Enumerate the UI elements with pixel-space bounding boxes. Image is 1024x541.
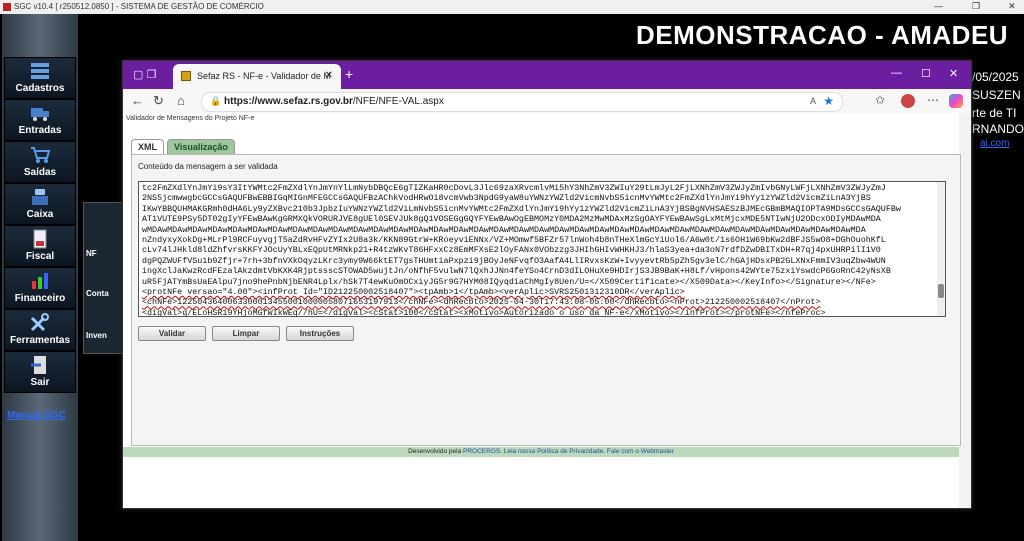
xml-line: uR5FjATYmBsUaEAlpu7jno9hePnbNjbENR4Lplx/… — [142, 276, 876, 287]
submenu-item-label: Inven — [86, 331, 107, 340]
sidebar-item-ferramentas[interactable]: Ferramentas — [4, 309, 76, 351]
validation-panel: Conteúdo da mensagem a ser validada tc2F… — [131, 154, 961, 446]
submenu-item-nf[interactable]: NF — [86, 249, 126, 258]
submenu-item-inven[interactable]: Inven — [86, 331, 126, 340]
submenu-item-label: NF — [86, 249, 97, 258]
page-content: Validador de Mensagens do Projeto NF-e X… — [123, 113, 971, 508]
info-name: RNANDO — [972, 122, 1024, 136]
xml-line: tc2FmZXdlYnJmYi9sY3ItYWMtc2FmZXdlYnJmYnY… — [142, 183, 886, 193]
refresh-icon[interactable]: ↻ — [153, 93, 164, 109]
privacy-link[interactable]: Leia nossa Política de Privacidade — [504, 448, 603, 455]
minimize-icon[interactable]: — — [934, 1, 943, 11]
sidebar: Cadastros Entradas Saídas Caixa Fiscal F… — [2, 14, 78, 541]
exit-icon — [31, 356, 46, 374]
back-icon[interactable]: ← — [131, 93, 144, 108]
sidebar-item-cadastros[interactable]: Cadastros — [4, 57, 76, 99]
sidebar-item-label: Entradas — [18, 125, 62, 136]
footer-prefix: Desenvolvido pela — [408, 448, 462, 455]
copilot-icon[interactable] — [949, 94, 963, 108]
cadastros-icon — [31, 63, 49, 79]
sidebar-item-label: Fiscal — [25, 251, 55, 262]
fiscal-submenu: NF Conta Inven — [83, 202, 127, 354]
more-options-icon[interactable]: ⋯ — [927, 93, 939, 107]
browser-tab-strip: ▢ ❐ Sefaz RS - NF-e - Validador de M ✕ +… — [123, 61, 971, 89]
info-date: /05/2025 — [972, 70, 1019, 84]
sidebar-item-saidas[interactable]: Saídas — [4, 141, 76, 183]
submenu-item-label: Conta — [86, 289, 109, 298]
submenu-item-conta[interactable]: Conta — [86, 289, 126, 298]
sidebar-item-fiscal[interactable]: Fiscal — [4, 225, 76, 267]
sidebar-item-label: Cadastros — [15, 83, 65, 94]
tab-xml[interactable]: XML — [131, 139, 164, 154]
tools-icon — [30, 313, 49, 332]
address-bar[interactable]: 🔒 https://www.sefaz.rs.gov.br/NFE/NFE-VA… — [201, 92, 843, 112]
validar-button[interactable]: Validar — [138, 326, 206, 341]
app-window-title: SGC v10.4 [ r250512.0850 ] - SISTEMA DE … — [14, 2, 264, 11]
sidebar-item-label: Financeiro — [14, 293, 66, 304]
company-banner: DEMONSTRACAO - AMADEU — [636, 20, 1009, 50]
chart-icon — [32, 273, 48, 289]
maximize-icon[interactable]: ❐ — [972, 1, 980, 12]
xml-message-textarea[interactable]: tc2FmZXdlYnJmYi9sY3ItYWMtc2FmZXdlYnJmYnY… — [138, 181, 946, 317]
read-aloud-icon[interactable]: A — [810, 96, 816, 106]
cart-icon — [31, 147, 51, 163]
xml-line: ingXclJaKwzRcdFEzalAkzdmtVbKXK4RjptssscS… — [142, 266, 891, 277]
content-label: Conteúdo da mensagem a ser validada — [138, 162, 278, 171]
app-icon — [3, 3, 11, 11]
sidebar-item-label: Ferramentas — [9, 335, 71, 346]
sidebar-item-label: Saídas — [23, 167, 57, 178]
xml-line: AT1VUTE9PSy5DT02gIyYFEwBAwKgGRMXQkVORURJ… — [142, 214, 881, 225]
lock-icon[interactable]: 🔒 — [210, 96, 221, 107]
sefaz-favicon-icon — [181, 71, 191, 81]
tab-visualizacao[interactable]: Visualização — [167, 139, 235, 154]
browser-maximize-icon[interactable]: ☐ — [921, 67, 931, 80]
profile-avatar[interactable] — [901, 94, 915, 108]
browser-tab-title: Sefaz RS - NF-e - Validador de M — [197, 71, 331, 81]
xml-line: <digVal>q/ELoHSR19YHjoMGfWIkWEq//hU=</di… — [142, 307, 826, 317]
info-support: rte de TI — [972, 106, 1017, 120]
info-link[interactable]: ai.com — [980, 138, 1009, 149]
info-user: SUSZEN — [972, 88, 1021, 102]
collections-icon[interactable]: ✩ — [875, 93, 885, 107]
browser-close-icon[interactable]: ✕ — [949, 67, 958, 80]
truck-icon — [31, 108, 49, 121]
browser-window: ▢ ❐ Sefaz RS - NF-e - Validador de M ✕ +… — [122, 60, 972, 509]
page-title: Validador de Mensagens do Projeto NF-e — [126, 115, 255, 122]
xml-line: <chNFe>122504364006330001345500100000580… — [142, 297, 821, 308]
textarea-scrollbar[interactable] — [937, 182, 945, 316]
xml-line: nZndyxyXokDg+MLrPl9RCFuyvgjT5aZdRvHFvZYI… — [142, 235, 886, 246]
browser-tab-sefaz[interactable]: Sefaz RS - NF-e - Validador de M ✕ — [173, 64, 341, 89]
xml-line: IKwYBBQUHMAKGRmh0dHA6Ly9yZXBvc210b3JpbzI… — [142, 203, 901, 214]
app-title-bar: SGC v10.4 [ r250512.0850 ] - SISTEMA DE … — [0, 0, 1024, 14]
manual-sgc-link[interactable]: Manual SGC — [7, 410, 66, 421]
xml-line: cLv74lJHkld8ldZhfvrsKKFYJOcUyYBLxEQpUtMR… — [142, 245, 881, 256]
xml-line: <protNFe versao="4.00"><infProt Id="ID21… — [142, 287, 685, 298]
procergs-link[interactable]: PROCERGS — [463, 448, 500, 455]
sidebar-item-sair[interactable]: Sair — [4, 351, 76, 393]
instrucoes-button[interactable]: Instruções — [286, 326, 354, 341]
sidebar-item-caixa[interactable]: Caixa — [4, 183, 76, 225]
sidebar-item-label: Caixa — [26, 209, 54, 220]
page-footer: Desenvolvido pela PROCERGS. Leia nossa P… — [123, 447, 959, 457]
browser-minimize-icon[interactable]: — — [891, 67, 902, 79]
sidebar-item-entradas[interactable]: Entradas — [4, 99, 76, 141]
home-icon[interactable]: ⌂ — [177, 93, 185, 108]
url-text: https://www.sefaz.rs.gov.br/NFE/NFE-VAL.… — [224, 96, 444, 107]
favorite-star-icon[interactable]: ★ — [823, 94, 834, 108]
close-tab-icon[interactable]: ✕ — [325, 70, 333, 81]
sidebar-item-label: Sair — [30, 377, 50, 388]
webmaster-link[interactable]: Fale com o Webmaster — [607, 448, 674, 455]
sidebar-item-financeiro[interactable]: Financeiro — [4, 267, 76, 309]
xml-line: dgPQZWUFfVSu1b9Zfjr+7rh+3bfnVXkOqyzLKrc3… — [142, 255, 886, 266]
browser-nav-bar: ← ↻ ⌂ 🔒 https://www.sefaz.rs.gov.br/NFE/… — [123, 89, 971, 113]
scrollbar-thumb[interactable] — [938, 284, 944, 298]
limpar-button[interactable]: Limpar — [212, 326, 280, 341]
xml-line: 2NS5jcmwwgbcGCCsGAQUFBwEBBIGqMIGnMFEGCCs… — [142, 193, 871, 204]
new-tab-icon[interactable]: + — [345, 66, 353, 82]
document-icon — [33, 229, 47, 249]
workspaces-icon[interactable]: ▢ ❐ — [133, 68, 156, 81]
cash-register-icon — [32, 189, 48, 205]
xml-line: wMDAwMDAwMDAwMDAwMDAwMDAwMDAwMDAwMDAwMDA… — [142, 224, 866, 235]
close-icon[interactable]: ✕ — [1008, 1, 1016, 12]
